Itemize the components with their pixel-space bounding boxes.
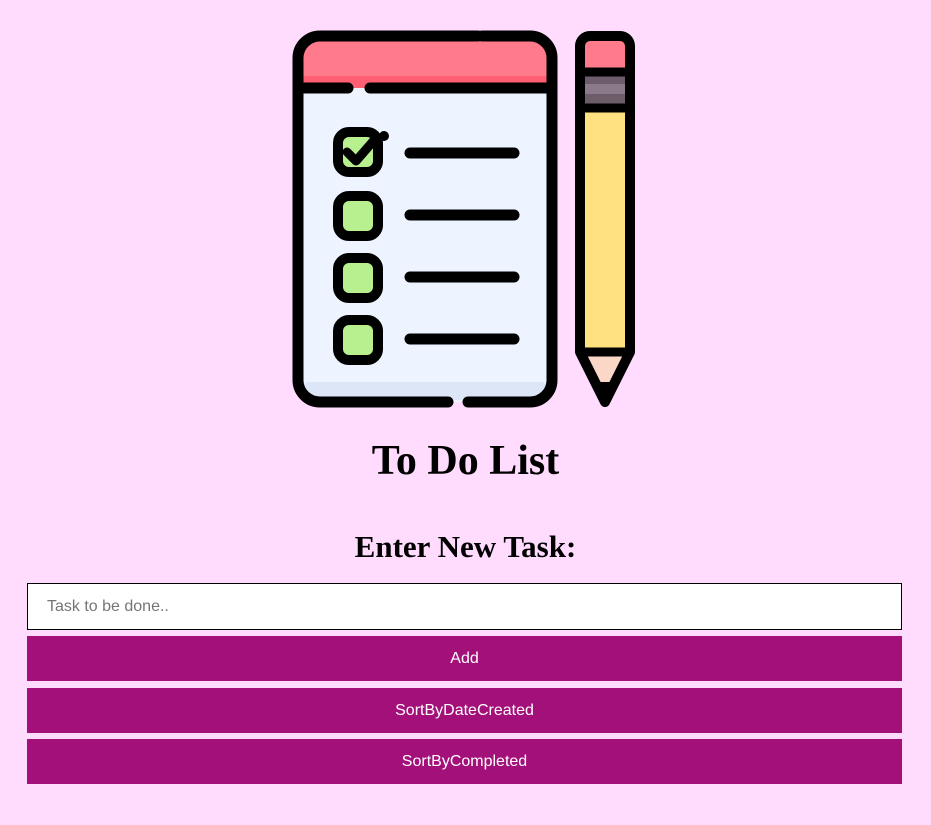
page-title: To Do List xyxy=(371,438,560,484)
sort-by-date-created-button[interactable]: SortByDateCreated xyxy=(27,688,902,733)
pencil-icon xyxy=(575,31,635,407)
todo-app: To Do List Enter New Task: Add SortByDat… xyxy=(0,0,931,825)
checkbox-icon xyxy=(333,253,383,303)
task-input[interactable] xyxy=(27,583,902,630)
new-task-heading: Enter New Task: xyxy=(354,529,577,564)
checkbox-icon xyxy=(333,191,383,241)
sort-by-completed-button[interactable]: SortByCompleted xyxy=(27,739,902,784)
checked-checkbox-icon xyxy=(333,127,389,177)
add-button[interactable]: Add xyxy=(27,636,902,681)
clipboard-icon xyxy=(292,30,558,408)
checkbox-icon xyxy=(333,315,383,365)
todo-list-clipboard-pencil-icon xyxy=(292,30,635,408)
